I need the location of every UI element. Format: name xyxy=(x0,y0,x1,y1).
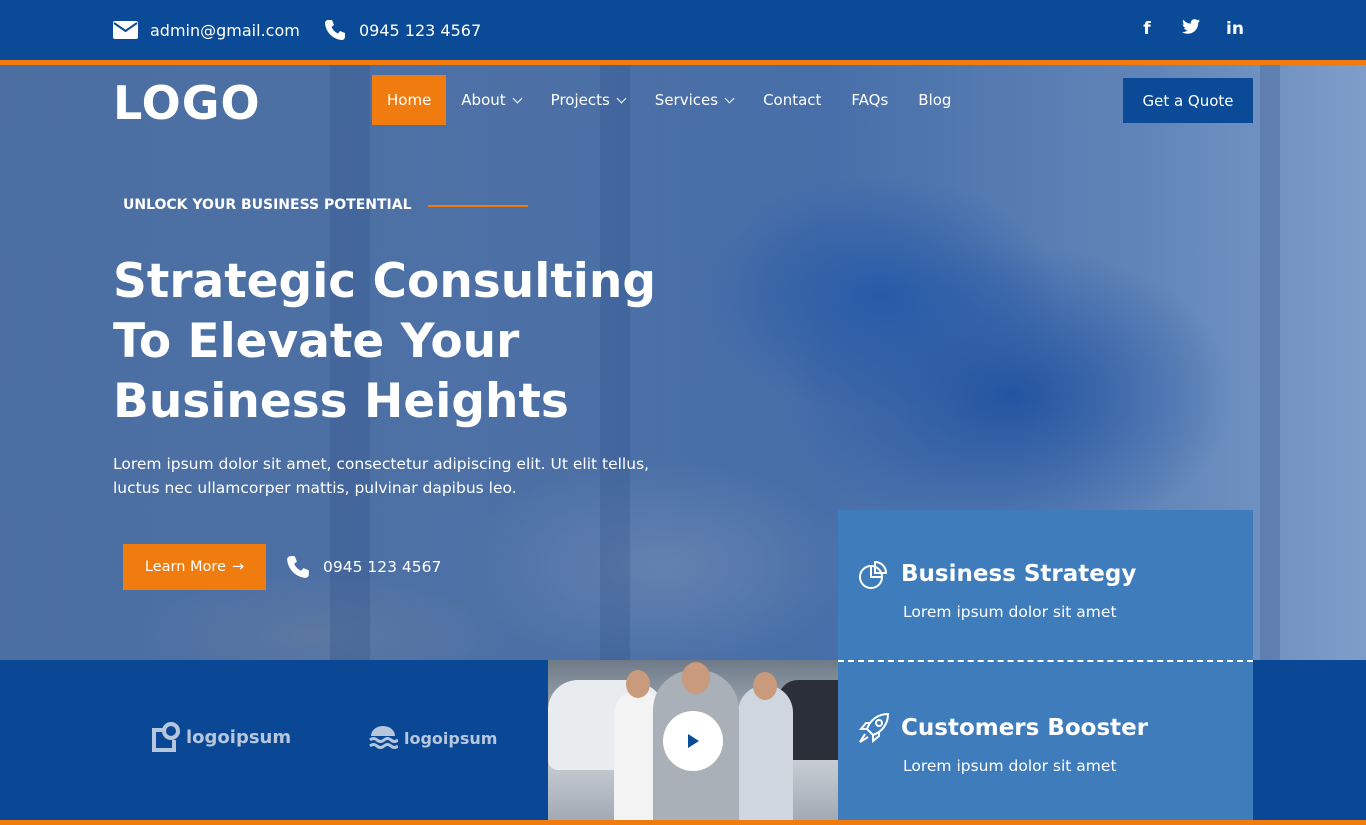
phone-icon xyxy=(287,556,309,578)
feature-title: Business Strategy xyxy=(901,561,1137,587)
feature-text: Lorem ipsum dolor sit amet xyxy=(903,757,1117,775)
hero-headline: Strategic Consulting To Elevate Your Bus… xyxy=(113,252,713,432)
headline-line: To Elevate Your xyxy=(113,314,520,369)
learn-more-button[interactable]: Learn More → xyxy=(123,544,266,590)
video-thumbnail[interactable] xyxy=(548,660,838,820)
hero-tagline: UNLOCK YOUR BUSINESS POTENTIAL xyxy=(123,197,412,213)
top-bar: admin@gmail.com 0945 123 4567 f in xyxy=(0,0,1366,60)
video-image xyxy=(682,662,710,694)
nav-blog-label: Blog xyxy=(918,91,952,109)
play-button[interactable] xyxy=(663,711,723,771)
video-image xyxy=(753,672,777,700)
top-phone-text: 0945 123 4567 xyxy=(359,20,482,40)
partner-logo: logoipsum xyxy=(150,722,291,752)
partner-name: logoipsum xyxy=(404,728,498,748)
site-logo[interactable]: LOGO xyxy=(113,76,261,130)
social-links: f in xyxy=(1138,19,1244,39)
play-icon xyxy=(688,734,699,748)
feature-title: Customers Booster xyxy=(901,715,1149,741)
logoipsum-mark-icon xyxy=(152,722,180,752)
arrow-right-icon: → xyxy=(231,559,245,575)
waves-icon xyxy=(369,726,398,749)
nav-faqs[interactable]: FAQs xyxy=(836,75,903,125)
video-image xyxy=(626,670,650,698)
rocket-icon xyxy=(858,712,890,744)
learn-more-label: Learn More xyxy=(144,559,226,575)
chevron-down-icon xyxy=(616,93,627,103)
nav-home[interactable]: Home xyxy=(372,75,447,125)
nav-services[interactable]: Services xyxy=(640,75,748,125)
headline-line: Business Heights xyxy=(113,374,569,429)
feature-text: Lorem ipsum dolor sit amet xyxy=(903,603,1117,621)
partner-logo: logoipsum xyxy=(368,726,497,750)
nav-contact-label: Contact xyxy=(763,91,822,109)
get-quote-button[interactable]: Get a Quote xyxy=(1123,78,1253,123)
chevron-down-icon xyxy=(724,93,735,103)
nav-contact[interactable]: Contact xyxy=(748,75,836,125)
top-phone[interactable]: 0945 123 4567 xyxy=(323,16,481,44)
main-nav: Home About Projects Services Contact FAQ… xyxy=(372,75,966,125)
nav-services-label: Services xyxy=(654,91,719,109)
chevron-down-icon xyxy=(512,93,523,103)
pie-chart-icon xyxy=(859,560,888,589)
phone-icon xyxy=(325,20,345,40)
top-email[interactable]: admin@gmail.com xyxy=(113,16,300,44)
partner-name: logoipsum xyxy=(186,726,292,748)
twitter-icon[interactable] xyxy=(1182,19,1200,39)
top-email-text: admin@gmail.com xyxy=(150,20,300,40)
headline-line: Strategic Consulting xyxy=(113,254,657,309)
hero-description: Lorem ipsum dolor sit amet, consectetur … xyxy=(113,455,650,497)
nav-home-label: Home xyxy=(387,91,432,109)
video-image xyxy=(738,685,793,820)
tagline-divider xyxy=(428,205,528,207)
hero-phone[interactable]: 0945 123 4567 xyxy=(285,554,441,580)
facebook-icon[interactable]: f xyxy=(1138,19,1156,39)
bottom-accent-line xyxy=(0,820,1366,825)
feature-card-business-strategy[interactable]: Business Strategy Lorem ipsum dolor sit … xyxy=(838,510,1253,660)
nav-projects-label: Projects xyxy=(550,91,610,109)
nav-about-label: About xyxy=(461,91,506,109)
nav-about[interactable]: About xyxy=(446,75,535,125)
envelope-icon xyxy=(113,21,138,39)
linkedin-icon[interactable]: in xyxy=(1226,19,1244,39)
hero-phone-text: 0945 123 4567 xyxy=(323,558,442,576)
feature-card-customers-booster[interactable]: Customers Booster Lorem ipsum dolor sit … xyxy=(838,660,1253,820)
nav-projects[interactable]: Projects xyxy=(536,75,640,125)
nav-blog[interactable]: Blog xyxy=(903,75,966,125)
nav-faqs-label: FAQs xyxy=(851,91,889,109)
